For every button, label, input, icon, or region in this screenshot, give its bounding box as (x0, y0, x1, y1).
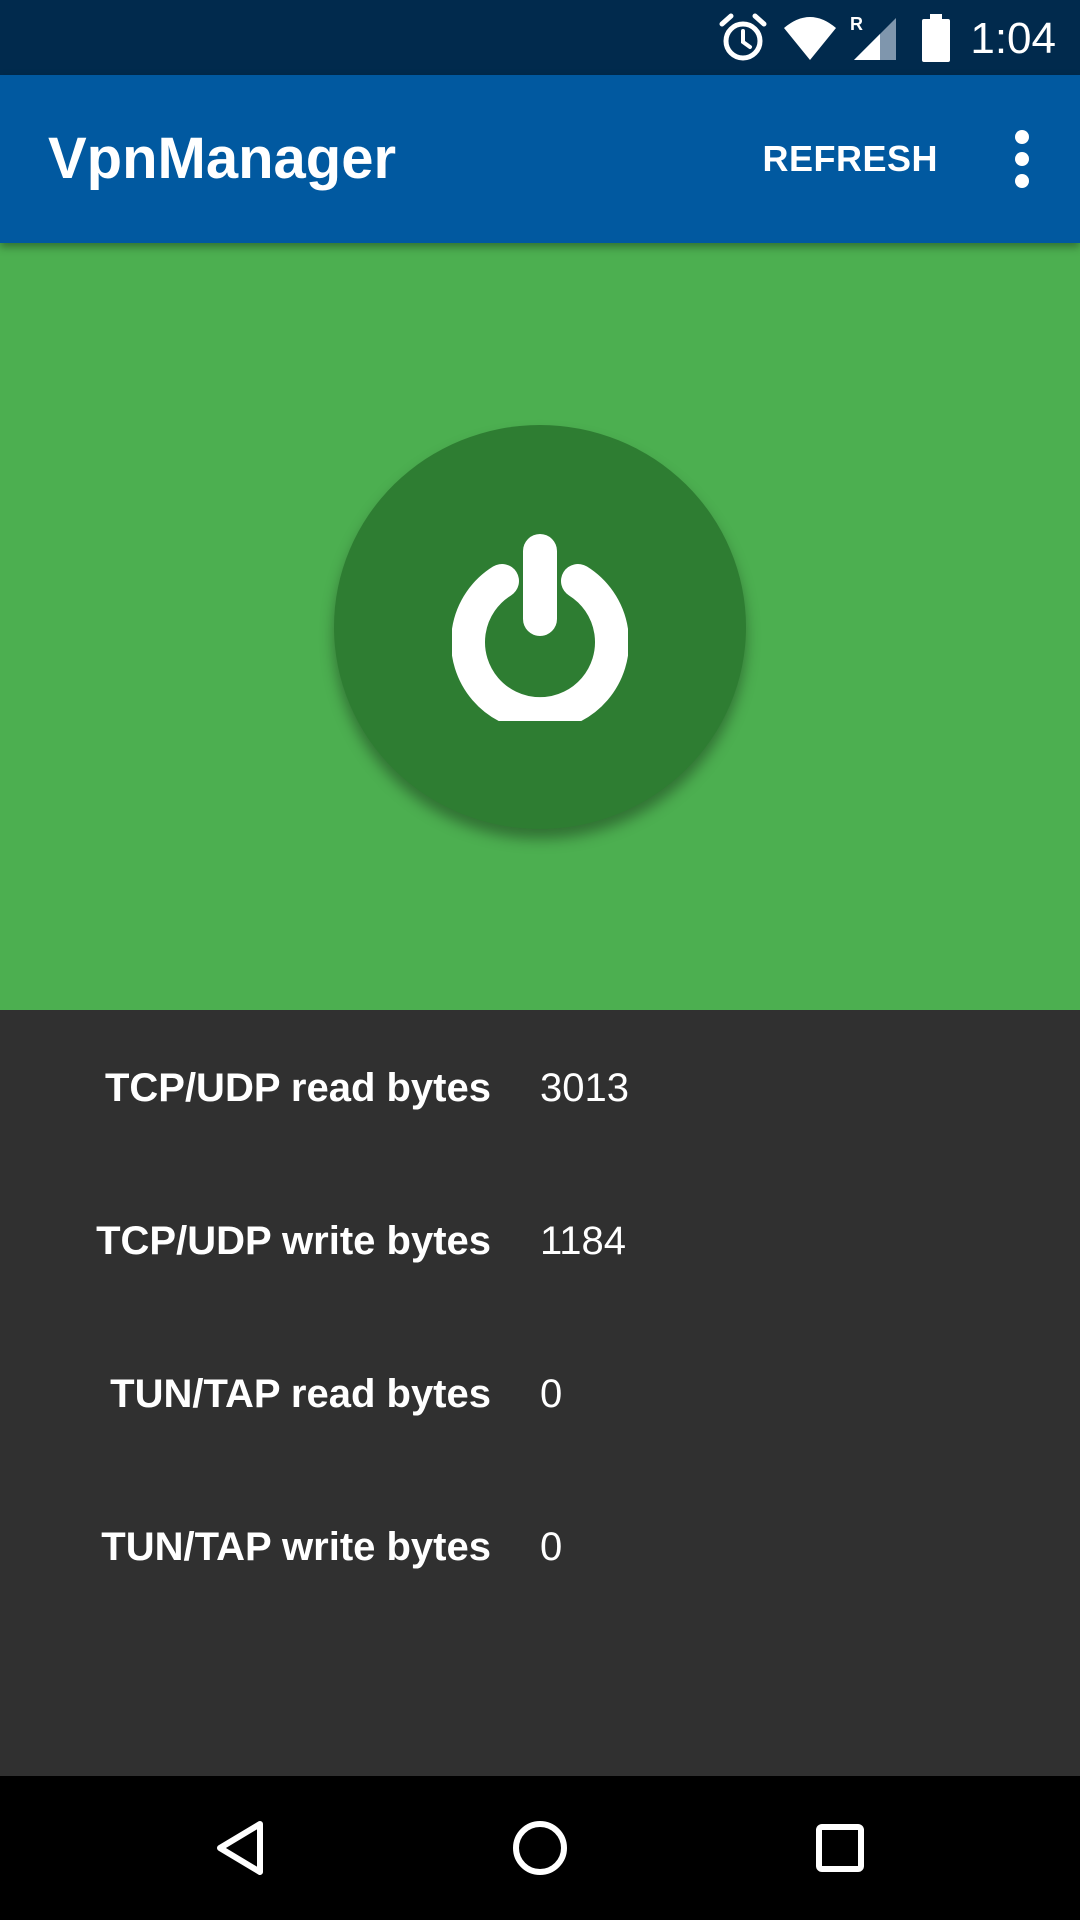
home-button[interactable] (480, 1776, 600, 1920)
status-bar: R 1:04 (0, 0, 1080, 75)
refresh-button[interactable]: REFRESH (762, 75, 938, 243)
power-toggle-button[interactable] (334, 425, 746, 829)
power-icon (452, 534, 628, 721)
stat-row-tcp-read: TCP/UDP read bytes 3013 (0, 1048, 1080, 1128)
power-area (0, 243, 1080, 1010)
stat-label: TCP/UDP read bytes (104, 1066, 491, 1110)
stat-value: 1184 (540, 1219, 627, 1263)
back-button[interactable] (180, 1776, 300, 1920)
stat-value: 0 (540, 1372, 563, 1416)
stat-row-tun-write: TUN/TAP write bytes 0 (0, 1507, 1080, 1587)
alarm-icon (718, 12, 768, 64)
wifi-icon (782, 12, 838, 64)
app-bar: VpnManager REFRESH (0, 75, 1080, 243)
recents-button[interactable] (780, 1776, 900, 1920)
stat-value: 0 (540, 1525, 563, 1569)
stat-label: TUN/TAP read bytes (110, 1372, 491, 1416)
app-title: VpnManager (48, 126, 397, 191)
home-icon (513, 1821, 567, 1875)
stats-panel: TCP/UDP read bytes 3013 TCP/UDP write by… (0, 1010, 1080, 1776)
stat-label: TCP/UDP write bytes (96, 1219, 491, 1263)
status-time: 1:04 (970, 14, 1056, 63)
battery-icon (920, 12, 952, 64)
stat-value: 3013 (540, 1066, 629, 1110)
recents-icon (816, 1824, 864, 1872)
screen: R 1:04 VpnManager REFRESH TCP/UDP read b… (0, 0, 1080, 1920)
stat-row-tcp-write: TCP/UDP write bytes 1184 (0, 1201, 1080, 1281)
nav-bar (0, 1776, 1080, 1920)
stat-row-tun-read: TUN/TAP read bytes 0 (0, 1354, 1080, 1434)
stat-label: TUN/TAP write bytes (101, 1525, 491, 1569)
back-icon (217, 1821, 263, 1875)
more-vert-icon[interactable] (994, 129, 1050, 189)
roaming-indicator: R (850, 14, 863, 34)
cell-signal-icon: R (848, 12, 900, 64)
